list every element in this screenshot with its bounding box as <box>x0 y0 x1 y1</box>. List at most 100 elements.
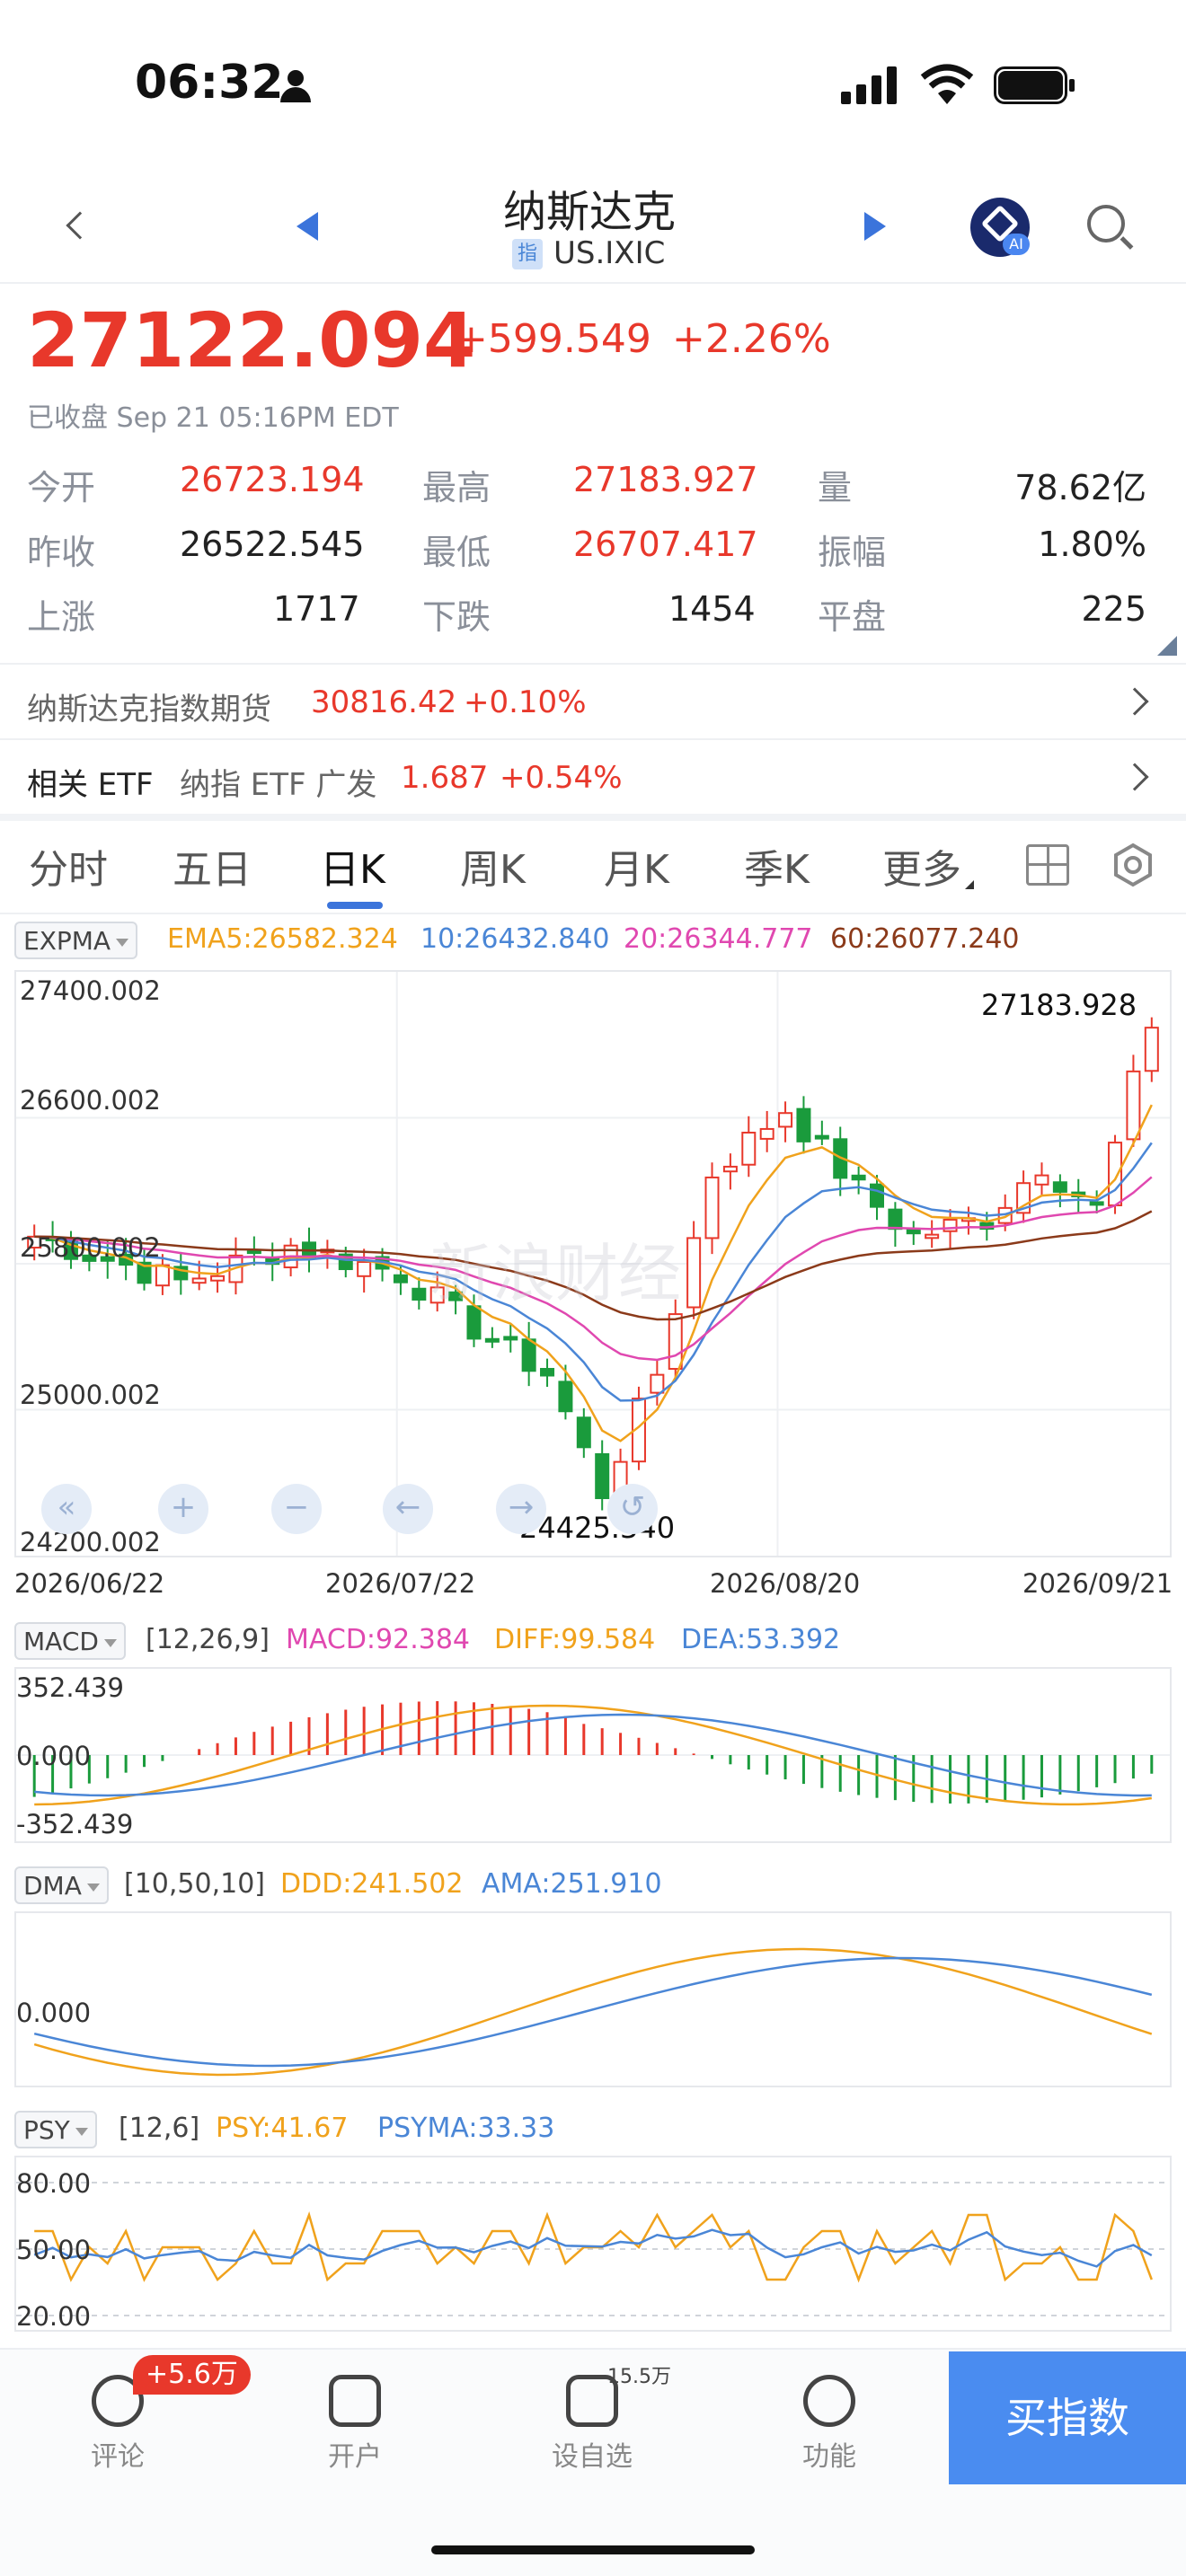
macd-value: MACD:92.384 <box>286 1624 471 1655</box>
macd-params: [12,26,9] <box>146 1624 270 1655</box>
candle-body <box>704 1176 720 1239</box>
price-change-pct: +2.26% <box>672 316 831 362</box>
candle-body <box>1089 1201 1104 1206</box>
x-tick: 2026/09/21 <box>1022 1568 1173 1599</box>
candle-body <box>814 1134 829 1140</box>
rewind-button[interactable]: « <box>41 1484 92 1534</box>
stat-low-label: 最低 <box>422 533 491 572</box>
expand-stats-toggle[interactable] <box>1157 636 1177 656</box>
tab-five-day[interactable]: 五日 <box>173 837 252 895</box>
symbol-code: US.IXIC <box>553 235 666 271</box>
x-tick: 2026/06/22 <box>14 1568 165 1599</box>
main-y-tick: 26600.002 <box>20 1085 161 1116</box>
candlestick-chart[interactable]: 27400.002 26600.002 25800.002 25000.002 … <box>14 970 1172 1557</box>
psy-y-tick: 50.00 <box>16 2235 92 2265</box>
stat-prev-close-label: 昨收 <box>27 533 96 572</box>
zoom-out-button[interactable]: − <box>271 1484 322 1534</box>
candle-body <box>191 1277 207 1284</box>
futures-value: 30816.42 <box>311 684 457 720</box>
candle-body <box>576 1416 591 1449</box>
legend-ema5: EMA5:26582.324 <box>167 923 398 955</box>
candle-body <box>155 1264 170 1287</box>
main-y-tick: 25000.002 <box>20 1380 161 1410</box>
psy-label: PSY <box>23 2115 70 2145</box>
psy-y-tick: 20.00 <box>16 2301 92 2332</box>
psy-select[interactable]: PSY <box>14 2111 97 2148</box>
stat-amplitude-label: 振幅 <box>818 533 887 572</box>
macd-chart[interactable]: 352.439 0.000 -352.439 <box>14 1667 1172 1843</box>
main-indicator-label: EXPMA <box>23 926 111 956</box>
ama-line <box>33 1956 1153 2068</box>
add-watchlist-label: 设自选 <box>552 2441 633 2473</box>
candle-body <box>851 1174 866 1181</box>
ai-badge: AI <box>1003 234 1030 255</box>
candle-body <box>778 1112 793 1128</box>
status-bar: 06:32 <box>0 0 1186 171</box>
pan-right-button[interactable]: → <box>496 1484 546 1534</box>
grid-layout-icon[interactable] <box>1026 844 1069 886</box>
comment-label: 评论 <box>91 2441 145 2473</box>
function-button[interactable]: 功能 <box>762 2362 897 2479</box>
candle-body <box>1052 1181 1067 1193</box>
back-button[interactable] <box>59 203 95 248</box>
signal-icon <box>841 65 898 104</box>
dea-value: DEA:53.392 <box>681 1624 841 1655</box>
zoom-in-button[interactable]: + <box>158 1484 208 1534</box>
stat-up-label: 上涨 <box>27 597 96 637</box>
candle-body <box>521 1338 536 1372</box>
prev-stock-button[interactable] <box>296 212 318 241</box>
stat-high-value: 27183.927 <box>573 460 758 499</box>
etf-change: +0.54% <box>500 760 623 796</box>
stat-high-label: 最高 <box>422 468 491 507</box>
tab-more[interactable]: 更多 <box>882 837 961 895</box>
buy-index-button[interactable]: 买指数 <box>949 2351 1186 2484</box>
watchlist-count: 15.5万 <box>607 2366 671 2388</box>
psyma-value: PSYMA:33.33 <box>377 2113 555 2144</box>
last-price: 27122.094 <box>27 296 476 384</box>
tab-monthly-k[interactable]: 月K <box>604 837 669 895</box>
stat-volume-label: 量 <box>818 468 853 507</box>
stat-down-value: 1454 <box>668 589 756 629</box>
open-account-label: 开户 <box>328 2441 382 2473</box>
macd-select[interactable]: MACD <box>14 1622 126 1660</box>
main-y-tick: 25800.002 <box>20 1232 161 1263</box>
pan-left-button[interactable]: ← <box>383 1484 433 1534</box>
ai-assistant-button[interactable]: AI <box>970 198 1030 257</box>
futures-row[interactable]: 纳斯达克指数期货 30816.42 +0.10% <box>0 665 1186 738</box>
psy-chart[interactable]: 80.00 50.00 20.00 <box>14 2156 1172 2332</box>
page-title: 纳斯达克 <box>503 187 677 237</box>
main-indicator-select[interactable]: EXPMA <box>14 922 138 959</box>
macd-y-tick: 352.439 <box>16 1672 124 1703</box>
home-indicator <box>431 2545 755 2554</box>
dma-select[interactable]: DMA <box>14 1866 109 1904</box>
dma-chart[interactable]: 0.000 <box>14 1911 1172 2087</box>
search-icon[interactable] <box>1084 201 1134 251</box>
ddd-value: DDD:241.502 <box>280 1868 464 1900</box>
candle-body <box>888 1208 903 1231</box>
settings-icon[interactable] <box>1111 842 1155 887</box>
candle-body <box>925 1233 940 1239</box>
reset-button[interactable]: ↺ <box>607 1484 658 1534</box>
candle-body <box>650 1373 665 1394</box>
function-label: 功能 <box>802 2441 856 2473</box>
market-status: 已收盘 Sep 21 05:16PM EDT <box>27 402 399 434</box>
watermark: 新浪财经 <box>429 1237 681 1310</box>
candle-body <box>1034 1174 1049 1186</box>
tab-quarterly-k[interactable]: 季K <box>744 837 810 895</box>
tab-intraday[interactable]: 分时 <box>29 837 108 895</box>
chevron-right-icon <box>1120 687 1149 716</box>
tab-weekly-k[interactable]: 周K <box>460 837 526 895</box>
candle-body <box>503 1336 518 1341</box>
open-account-button[interactable]: 开户 <box>288 2362 422 2479</box>
next-stock-button[interactable] <box>864 212 886 241</box>
stat-flat-label: 平盘 <box>818 597 887 637</box>
etf-name: 纳指 ETF 广发 <box>180 767 377 803</box>
futures-change: +0.10% <box>464 684 587 720</box>
legend-ema60: 60:26077.240 <box>830 923 1020 955</box>
tab-daily-k[interactable]: 日K <box>320 837 385 895</box>
price-change: +599.549 <box>455 316 651 362</box>
etf-row[interactable]: 相关 ETF 纳指 ETF 广发 1.687 +0.54% <box>0 740 1186 814</box>
candle-body <box>357 1261 372 1277</box>
diff-value: DIFF:99.584 <box>494 1624 656 1655</box>
etf-label: 相关 ETF <box>27 767 154 803</box>
